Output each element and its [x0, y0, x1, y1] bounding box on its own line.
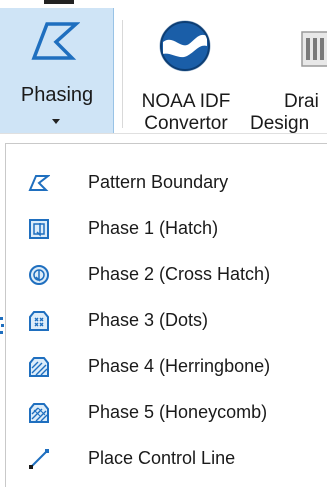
- ribbon-top-strip: [0, 0, 327, 8]
- menu-item-label: Pattern Boundary: [88, 172, 229, 192]
- phase-honeycomb-icon: [29, 403, 49, 423]
- menu-item-label: Phase 3 (Dots): [88, 310, 209, 330]
- phasing-button[interactable]: Phasing: [0, 8, 114, 134]
- menu-item-phase-5[interactable]: Phase 5 (Honeycomb): [12, 394, 327, 434]
- menu-item-place-control-line[interactable]: Place Control Line: [12, 440, 327, 480]
- ribbon: Phasing NOAA IDF Convertor Drai Design: [0, 0, 327, 134]
- drainage-design-button[interactable]: Drai Design: [250, 8, 327, 134]
- phase-cross-hatch-icon: [29, 265, 49, 285]
- menu-item-phase-4[interactable]: Phase 4 (Herringbone): [12, 348, 327, 388]
- clipped-mark: [44, 0, 74, 4]
- app-window: Phasing NOAA IDF Convertor Drai Design P…: [0, 0, 327, 487]
- menu-item-pattern-boundary[interactable]: Pattern Boundary: [12, 164, 327, 204]
- drainage-icon: [301, 31, 327, 67]
- ribbon-divider: [0, 133, 327, 134]
- menu-item-label: Phase 4 (Herringbone): [88, 356, 271, 376]
- pattern-boundary-icon: [31, 22, 80, 60]
- noaa-idf-convertor-button[interactable]: NOAA IDF Convertor: [128, 8, 244, 134]
- phasing-dropdown-menu: Pattern Boundary Phase 1 (Hatch) Phase 2…: [5, 143, 327, 487]
- drainage-label: Drai Design: [250, 91, 327, 135]
- phase-herringbone-icon: [29, 357, 49, 377]
- menu-item-phase-3[interactable]: Phase 3 (Dots): [12, 302, 327, 342]
- drainage-label-line1: Drai: [284, 91, 319, 112]
- chevron-down-icon: [52, 119, 60, 124]
- control-line-icon: [29, 449, 49, 469]
- phase-dots-icon: [29, 311, 49, 331]
- phase-hatch-icon: [29, 219, 49, 239]
- noaa-label-line1: NOAA IDF: [141, 91, 231, 112]
- menu-item-phase-2[interactable]: Phase 2 (Cross Hatch): [12, 256, 327, 296]
- noaa-logo-icon: [159, 20, 211, 72]
- menu-item-label: Phase 5 (Honeycomb): [88, 402, 268, 422]
- menu-item-label: Phase 1 (Hatch): [88, 218, 219, 238]
- drainage-label-line2: Design: [250, 113, 310, 134]
- menu-item-phase-1[interactable]: Phase 1 (Hatch): [12, 210, 327, 250]
- ribbon-separator: [122, 20, 123, 128]
- pattern-boundary-icon: [28, 175, 50, 191]
- noaa-label: NOAA IDF Convertor: [128, 91, 244, 135]
- menu-item-label: Place Control Line: [88, 448, 236, 468]
- noaa-label-line2: Convertor: [144, 113, 228, 134]
- phasing-label: Phasing: [20, 84, 94, 106]
- menu-item-label: Phase 2 (Cross Hatch): [88, 264, 271, 284]
